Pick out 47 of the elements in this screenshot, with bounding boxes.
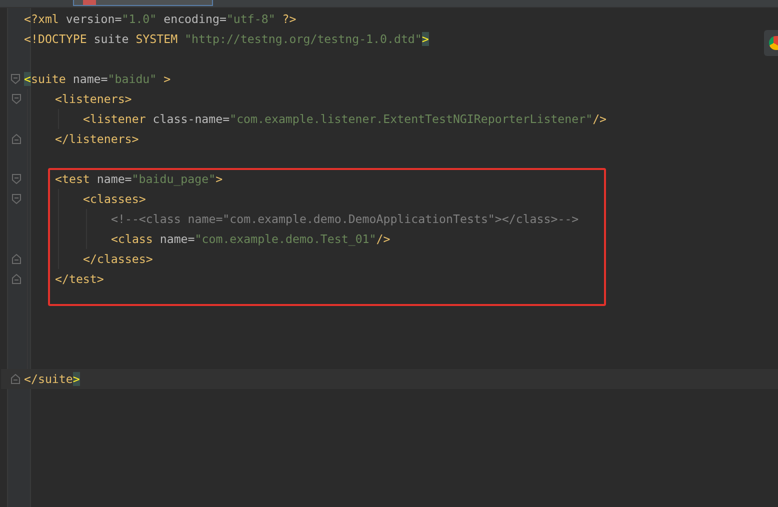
code-text: <class [111, 232, 153, 246]
code-text: /> [376, 232, 390, 246]
code-text: ?> [281, 12, 296, 26]
code-text: </test> [55, 272, 104, 286]
code-text: "utf-8" [226, 12, 276, 26]
fold-marker-icon[interactable] [12, 134, 21, 144]
code-text: <?xml [24, 12, 59, 26]
fold-marker-icon[interactable] [12, 94, 21, 104]
code-text: suite [30, 72, 66, 86]
matched-bracket: > [422, 32, 429, 46]
matched-bracket: > [72, 372, 80, 386]
code-text: </suite [24, 372, 73, 386]
code-text: > [216, 172, 223, 186]
matched-bracket: < [24, 72, 31, 86]
code-text: name= [96, 172, 132, 186]
code-text: "baidu_page" [132, 172, 216, 186]
code-text: <classes> [83, 192, 146, 206]
code-text: "com.example.demo.Test_01" [194, 232, 376, 246]
code-text: "1.0" [122, 12, 157, 26]
code-text: "baidu" [108, 72, 157, 86]
code-text: <test [55, 172, 90, 186]
fold-marker-icon[interactable] [11, 374, 20, 384]
fold-marker-icon[interactable] [12, 254, 21, 264]
code-text: /> [592, 112, 607, 126]
code-text: <listener [83, 112, 146, 126]
file-icon [83, 0, 96, 5]
browser-icon[interactable] [764, 30, 778, 56]
code-text: name= [158, 232, 195, 246]
fold-marker-icon[interactable] [12, 274, 21, 284]
fold-marker-icon[interactable] [12, 194, 21, 204]
code-text: <listeners> [55, 92, 132, 106]
code-text: class-name= [152, 112, 230, 126]
code-text: "http://testng.org/testng-1.0.dtd" [184, 32, 422, 46]
fold-marker-icon[interactable] [12, 174, 21, 184]
code-text: encoding= [162, 12, 226, 26]
code-text: suite [92, 32, 129, 46]
code-text: > [162, 72, 171, 86]
fold-marker-icon[interactable] [11, 74, 20, 84]
code-text: </listeners> [55, 132, 139, 146]
code-text: </classes> [83, 252, 153, 266]
code-text: <!--<class name="com.example.demo.DemoApplicationTests"></class>--> [111, 212, 579, 226]
code-text: <!DOCTYPE [24, 32, 87, 46]
code-text: "com.example.listener.ExtentTestNGIReporterListener" [230, 112, 593, 126]
editor-tab[interactable] [73, 0, 213, 6]
code-text: name= [72, 72, 108, 86]
code-text: SYSTEM [134, 32, 178, 46]
code-text: version= [64, 12, 122, 26]
